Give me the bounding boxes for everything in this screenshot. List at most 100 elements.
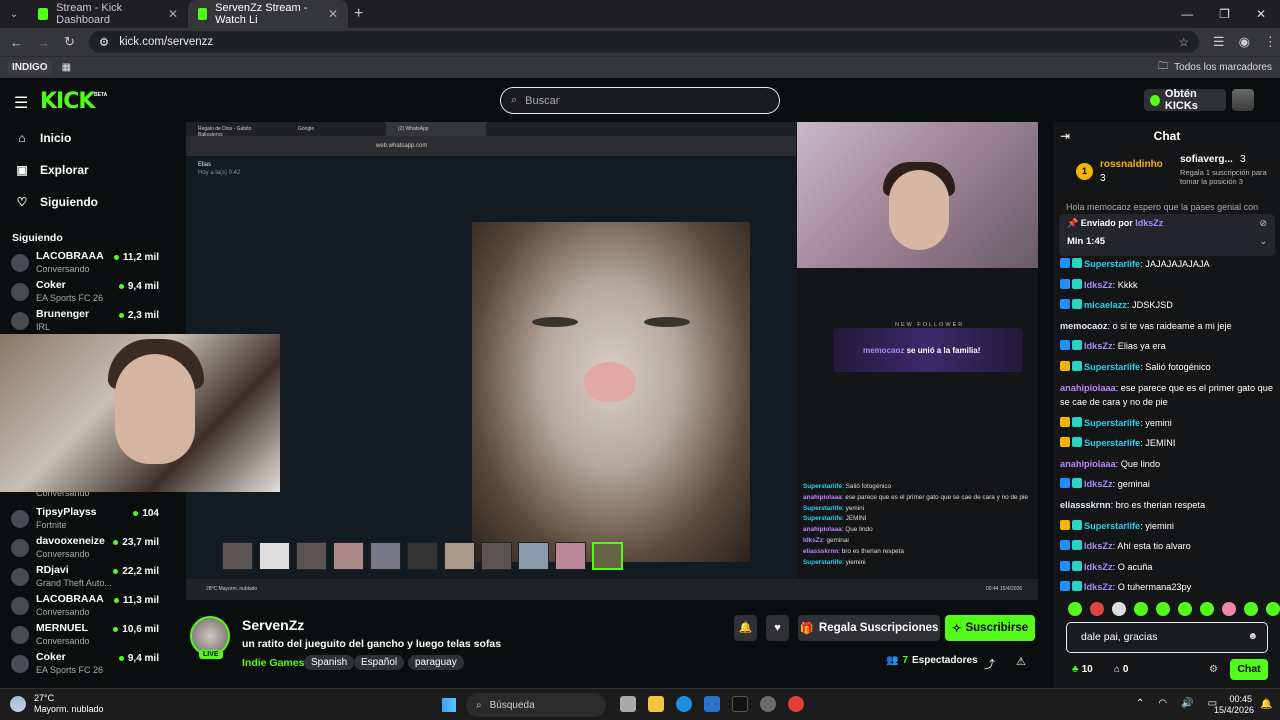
forward-icon[interactable]: → (37, 35, 50, 50)
chat-username[interactable]: IdksZz (1084, 562, 1113, 572)
tag[interactable]: Español (354, 655, 405, 670)
followed-channel[interactable]: Coker EA Sports FC 26 9,4 mil (0, 651, 170, 680)
channel-points[interactable]: ♣ 10 (1072, 664, 1093, 675)
emote[interactable] (1156, 602, 1170, 616)
bookmark-indigo[interactable]: INDIGO (8, 60, 52, 75)
emoji-picker-icon[interactable]: ☻ (1247, 631, 1258, 642)
new-tab-icon[interactable]: + (354, 5, 363, 23)
menu-toggle-icon[interactable]: ☰ (14, 93, 28, 113)
close-tab-icon[interactable]: ✕ (328, 7, 338, 21)
chat-username[interactable]: Superstarlife (1084, 418, 1140, 428)
maximize-icon[interactable]: ❐ (1219, 7, 1230, 21)
share-icon[interactable]: ⤴ (984, 656, 995, 672)
chat-username[interactable]: IdksZz (1084, 341, 1113, 351)
volume-icon[interactable]: 🔊 (1181, 698, 1193, 709)
followed-channel[interactable]: Coker EA Sports FC 26 9,4 mil (0, 279, 170, 308)
emote[interactable] (1266, 602, 1280, 616)
chat-username[interactable]: IdksZz (1084, 541, 1113, 551)
chat-username[interactable]: IdksZz (1084, 582, 1113, 592)
chat-username[interactable]: eliassskrnn (1060, 500, 1111, 510)
chat-username[interactable]: IdksZz (1084, 280, 1113, 290)
chevron-up-icon[interactable]: ⌃ (1136, 698, 1144, 709)
followed-channel[interactable]: davooxeneize Conversando 23,7 mil (0, 535, 170, 564)
follow-heart-button[interactable]: ♥ (766, 615, 789, 641)
followed-channel[interactable]: TipsyPlayss Fortnite 104 (0, 506, 170, 535)
clock[interactable]: 00:45 15/4/2026 (1214, 694, 1254, 716)
profile-icon[interactable]: ◉ (1239, 34, 1250, 50)
user-avatar[interactable] (1232, 89, 1254, 111)
top-gifter[interactable]: 1 rossnaldinho 3 (1076, 156, 1166, 190)
menu-icon[interactable]: ⋮ (1264, 34, 1277, 50)
stream-category[interactable]: Indie Games (242, 657, 304, 669)
browser-tab-dashboard[interactable]: Stream - Kick Dashboard ✕ (28, 0, 188, 28)
nav-explore[interactable]: ▣ Explorar (0, 154, 170, 186)
followed-channel[interactable]: LACOBRAAA Conversando 11,2 mil (0, 250, 170, 279)
top-gifter[interactable]: sofiaverg... 3 Regala 1 suscripción para… (1166, 154, 1278, 194)
tab-search-icon[interactable]: ⌄ (0, 9, 28, 20)
taskbar-search[interactable]: ⌕ Búsqueda (466, 693, 606, 717)
chat-input[interactable]: dale pai, gracias ☻ (1066, 622, 1268, 653)
task-view-icon[interactable] (620, 696, 636, 712)
emote[interactable] (1134, 602, 1148, 616)
stream-video[interactable]: Regalo de Dios - Gabito Ballesteros Goog… (186, 122, 1038, 600)
notification-bell-button[interactable]: 🔔 (734, 615, 757, 641)
hide-pin-icon[interactable]: ⊘ (1259, 218, 1267, 229)
followed-channel[interactable]: RDjavi Grand Theft Auto... 22,2 mil (0, 564, 170, 593)
minimize-icon[interactable]: — (1181, 7, 1193, 21)
close-window-icon[interactable]: ✕ (1256, 7, 1266, 21)
chat-username[interactable]: memocaoz (1060, 321, 1108, 331)
reload-icon[interactable]: ↻ (64, 34, 75, 50)
all-bookmarks[interactable]: 🗀 Todos los marcadores (1158, 59, 1272, 76)
followed-channel[interactable]: LACOBRAAA Conversando 11,3 mil (0, 593, 170, 622)
close-tab-icon[interactable]: ✕ (168, 7, 178, 21)
report-warning-icon[interactable]: ⚠ (1016, 655, 1026, 668)
back-icon[interactable]: ← (10, 35, 23, 50)
emote[interactable] (1090, 602, 1104, 616)
emote[interactable] (1068, 602, 1082, 616)
nav-home[interactable]: ⌂ Inicio (0, 122, 170, 154)
followed-channel[interactable]: MERNUEL Conversando 10,6 mil (0, 622, 170, 651)
chat-username[interactable]: Superstarlife (1084, 259, 1140, 269)
chat-settings-icon[interactable]: ⚙ (1209, 664, 1218, 675)
emote[interactable] (1112, 602, 1126, 616)
get-kicks-button[interactable]: Obtén KICKs (1144, 88, 1226, 112)
kick-logo[interactable]: KICK (40, 89, 95, 114)
chat-username[interactable]: Superstarlife (1084, 362, 1140, 372)
emote[interactable] (1222, 602, 1236, 616)
chat-username[interactable]: micaelazz (1084, 300, 1127, 310)
obs-icon[interactable] (760, 696, 776, 712)
followed-channel[interactable]: Brunenger IRL 2,3 mil (0, 308, 170, 337)
chat-username[interactable]: anahipiolaaa (1060, 383, 1116, 393)
gift-subs-button[interactable]: 🎁 Regala Suscripciones (798, 615, 940, 641)
nav-following[interactable]: ♡ Siguiendo (0, 186, 170, 218)
emote[interactable] (1200, 602, 1214, 616)
wifi-icon[interactable]: ◠ (1158, 698, 1167, 709)
bookmark-star-icon[interactable]: ☆ (1179, 35, 1189, 49)
collapse-chat-icon[interactable]: ⇥ (1060, 129, 1070, 143)
search-input[interactable]: ⌕ Buscar (500, 87, 780, 114)
apps-grid-icon[interactable]: ▦ (62, 62, 71, 73)
streamer-name[interactable]: ServenZz (242, 617, 304, 633)
windows-start-icon[interactable] (442, 698, 456, 712)
chevron-down-icon[interactable]: ⌄ (1259, 236, 1267, 247)
tab-list-icon[interactable]: ☰ (1213, 34, 1225, 50)
chat-username[interactable]: Superstarlife (1084, 438, 1140, 448)
chat-username[interactable]: IdksZz (1084, 479, 1113, 489)
tokens[interactable]: ⌂ 0 (1114, 664, 1128, 675)
file-explorer-icon[interactable] (648, 696, 664, 712)
edge-icon[interactable] (676, 696, 692, 712)
tiktok-icon[interactable] (732, 696, 748, 712)
pinned-message[interactable]: 📌 Enviado por IdksZz Min 1:45 ⊘ ⌄ (1059, 214, 1275, 256)
tag[interactable]: paraguay (408, 655, 464, 670)
emote[interactable] (1244, 602, 1258, 616)
chat-username[interactable]: Superstarlife (1084, 521, 1140, 531)
chrome-icon[interactable] (788, 696, 804, 712)
browser-tab-stream[interactable]: ServenZz Stream - Watch Li ✕ (188, 0, 348, 28)
tag[interactable]: Spanish (304, 655, 355, 670)
emote[interactable] (1178, 602, 1192, 616)
url-field[interactable]: ⚙ kick.com/servenzz ☆ (88, 31, 1199, 53)
send-chat-button[interactable]: Chat (1230, 659, 1268, 680)
chat-username[interactable]: anahipiolaaa (1060, 459, 1116, 469)
subscribe-button[interactable]: ✧ Suscribirse (945, 615, 1035, 641)
notification-bell-icon[interactable]: 🔔 (1260, 699, 1272, 710)
